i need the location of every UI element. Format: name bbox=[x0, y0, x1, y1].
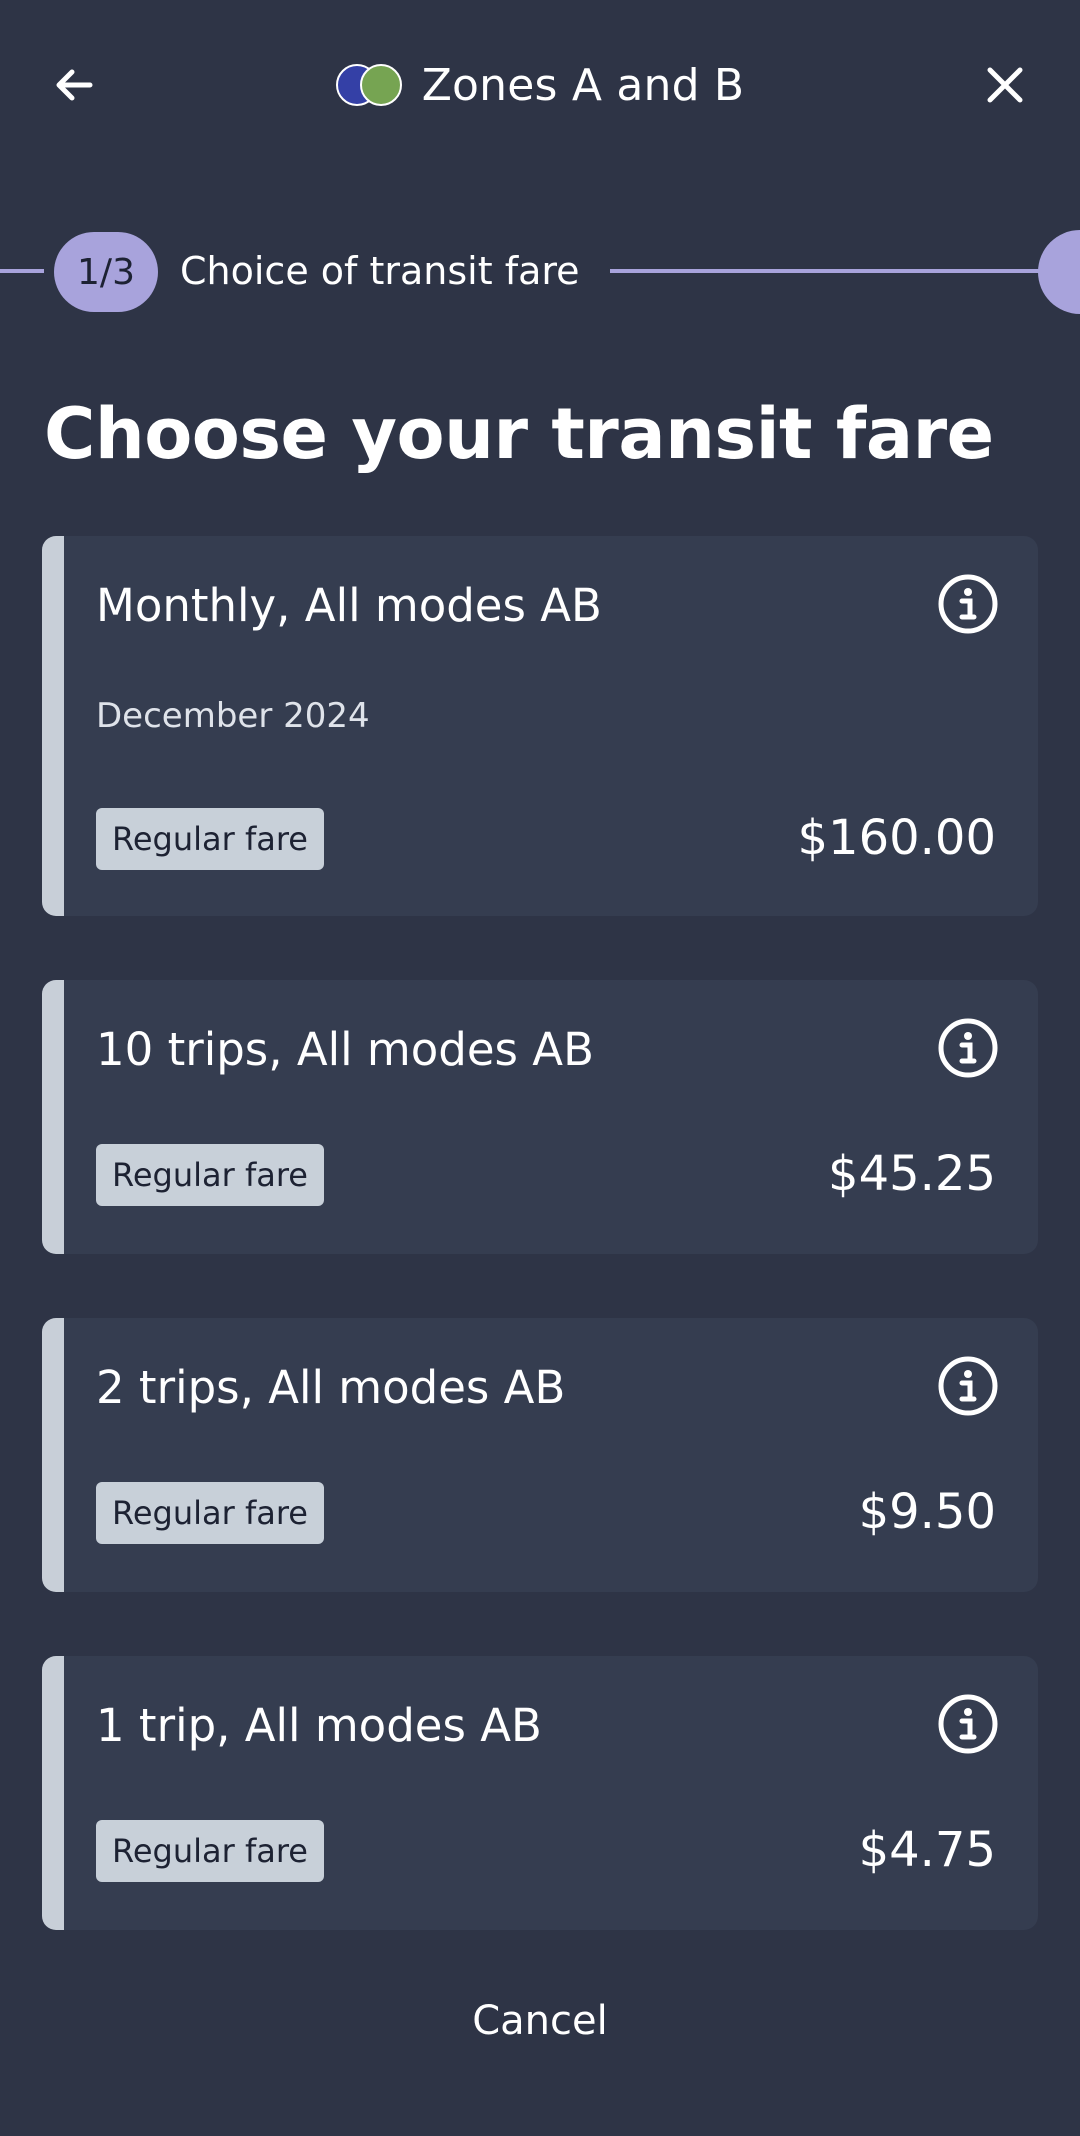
fare-period: December 2024 bbox=[96, 696, 370, 736]
close-button[interactable] bbox=[960, 40, 1050, 130]
info-button[interactable] bbox=[936, 1692, 1000, 1756]
fare-card-2-trips[interactable]: 2 trips, All modes AB Regular fare $9.50 bbox=[42, 1318, 1038, 1592]
header-center: Zones A and B bbox=[0, 50, 1080, 120]
fare-title: 2 trips, All modes AB bbox=[96, 1361, 566, 1414]
info-icon bbox=[938, 1356, 998, 1416]
page-title: Choose your transit fare bbox=[44, 393, 994, 475]
fare-title: 1 trip, All modes AB bbox=[96, 1699, 542, 1752]
card-accent-bar bbox=[42, 980, 64, 1254]
cancel-button[interactable]: Cancel bbox=[0, 1998, 1080, 2044]
fare-card-monthly[interactable]: Monthly, All modes AB December 2024 Regu… bbox=[42, 536, 1038, 916]
close-icon bbox=[987, 67, 1023, 103]
fare-type-badge: Regular fare bbox=[96, 808, 324, 870]
fare-title: 10 trips, All modes AB bbox=[96, 1023, 594, 1076]
info-button[interactable] bbox=[936, 572, 1000, 636]
card-accent-bar bbox=[42, 1318, 64, 1592]
next-step-indicator bbox=[1038, 230, 1080, 314]
progress-line-left bbox=[0, 269, 44, 273]
header-title: Zones A and B bbox=[421, 59, 745, 111]
info-icon bbox=[938, 574, 998, 634]
fare-title: Monthly, All modes AB bbox=[96, 579, 602, 632]
card-accent-bar bbox=[42, 1656, 64, 1930]
info-button[interactable] bbox=[936, 1354, 1000, 1418]
fare-type-badge: Regular fare bbox=[96, 1820, 324, 1882]
step-label: Choice of transit fare bbox=[180, 249, 580, 293]
fare-card-1-trip[interactable]: 1 trip, All modes AB Regular fare $4.75 bbox=[42, 1656, 1038, 1930]
info-icon bbox=[938, 1018, 998, 1078]
fare-price: $9.50 bbox=[858, 1484, 996, 1540]
fare-type-badge: Regular fare bbox=[96, 1144, 324, 1206]
fare-card-10-trips[interactable]: 10 trips, All modes AB Regular fare $45.… bbox=[42, 980, 1038, 1254]
info-button[interactable] bbox=[936, 1016, 1000, 1080]
card-accent-bar bbox=[42, 536, 64, 916]
zone-b-circle bbox=[359, 64, 402, 106]
step-indicator: 1/3 bbox=[54, 232, 158, 312]
top-bar: Zones A and B bbox=[0, 0, 1080, 170]
progress-line-right bbox=[610, 269, 1050, 273]
zones-icon bbox=[335, 64, 402, 106]
progress-stepper: 1/3 Choice of transit fare bbox=[0, 228, 1080, 314]
info-icon bbox=[938, 1694, 998, 1754]
fare-price: $45.25 bbox=[828, 1146, 996, 1202]
fare-price: $4.75 bbox=[858, 1822, 996, 1878]
fare-type-badge: Regular fare bbox=[96, 1482, 324, 1544]
fare-price: $160.00 bbox=[797, 810, 997, 866]
